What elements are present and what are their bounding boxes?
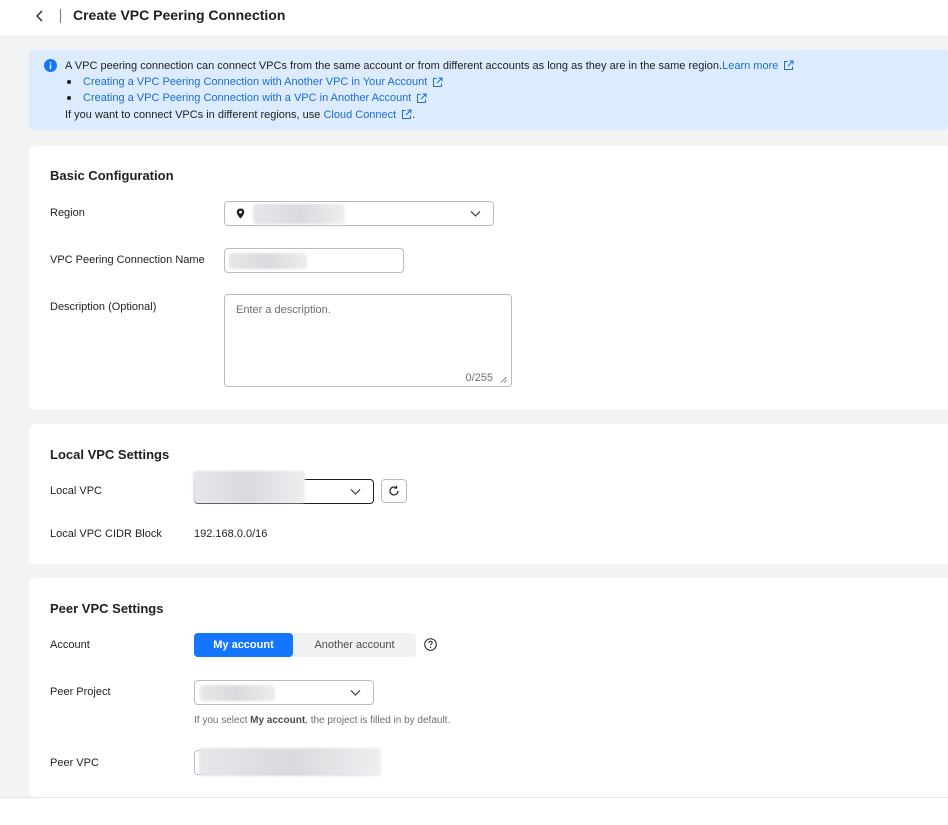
notice-bullet: Creating a VPC Peering Connection with A… — [65, 76, 443, 88]
description-label: Description (Optional) — [50, 301, 157, 313]
peering-name-input[interactable] — [224, 248, 404, 273]
page-title: Create VPC Peering Connection — [73, 7, 286, 23]
section-title: Basic Configuration — [50, 168, 174, 183]
redacted-value — [193, 471, 305, 503]
local-vpc-settings-card: Local VPC Settings Local VPC Local VPC C… — [29, 424, 948, 564]
redacted-value — [200, 685, 275, 701]
peer-vpc-select[interactable] — [194, 748, 381, 776]
basic-configuration-card: Basic Configuration Region VPC Peering C… — [29, 146, 948, 410]
external-link-icon[interactable] — [432, 77, 443, 88]
learn-more-link[interactable]: Learn more — [722, 60, 778, 72]
info-icon — [44, 59, 57, 72]
section-title: Local VPC Settings — [50, 447, 170, 462]
external-link-icon[interactable] — [401, 109, 412, 120]
local-cidr-label: Local VPC CIDR Block — [50, 528, 162, 540]
character-counter: 0/255 — [465, 372, 493, 384]
notice-text: If you want to connect VPCs in different… — [65, 109, 321, 121]
header-divider — [60, 9, 61, 23]
chevron-down-icon — [470, 210, 481, 217]
description-placeholder: Enter a description. — [236, 304, 331, 316]
another-account-option[interactable]: Another account — [293, 633, 416, 657]
info-notice: A VPC peering connection can connect VPC… — [29, 50, 948, 130]
local-vpc-label: Local VPC — [50, 485, 102, 497]
notice-text: A VPC peering connection can connect VPC… — [65, 60, 723, 72]
hint-text: If you select — [194, 715, 248, 726]
notice-line: If you want to connect VPCs in different… — [65, 109, 415, 121]
account-label: Account — [50, 639, 90, 651]
hint-text: , the project is filled in by default. — [305, 715, 451, 726]
region-label: Region — [50, 207, 85, 219]
resize-handle-icon[interactable] — [500, 376, 507, 383]
back-button[interactable] — [31, 6, 49, 26]
bottom-action-bar — [0, 797, 948, 825]
peer-project-select[interactable] — [194, 680, 374, 705]
local-cidr-value: 192.168.0.0/16 — [194, 528, 268, 540]
external-link-icon[interactable] — [416, 93, 427, 104]
my-account-option[interactable]: My account — [194, 633, 293, 657]
bullet-dot — [67, 96, 71, 100]
chevron-down-icon — [350, 488, 361, 495]
page-header: Create VPC Peering Connection — [0, 0, 948, 35]
redacted-value — [229, 253, 307, 269]
peer-project-hint: If you select My account, the project is… — [194, 715, 450, 726]
redacted-value — [199, 748, 381, 776]
account-segmented-control: My account Another account — [194, 633, 416, 657]
notice-line: A VPC peering connection can connect VPC… — [65, 60, 794, 72]
notice-bullet: Creating a VPC Peering Connection with a… — [65, 92, 427, 104]
peer-vpc-settings-card: Peer VPC Settings Account My account Ano… — [29, 578, 948, 797]
bullet-dot — [67, 80, 71, 84]
peering-name-label: VPC Peering Connection Name — [50, 254, 205, 266]
chevron-left-icon — [35, 10, 43, 22]
redacted-value — [253, 204, 345, 224]
chevron-down-icon — [350, 689, 361, 696]
location-pin-icon — [236, 208, 245, 219]
refresh-button[interactable] — [381, 479, 407, 503]
guide-link-same-account[interactable]: Creating a VPC Peering Connection with A… — [83, 76, 427, 88]
guide-link-other-account[interactable]: Creating a VPC Peering Connection with a… — [83, 92, 411, 104]
help-icon[interactable] — [424, 638, 437, 651]
external-link-icon[interactable] — [783, 60, 794, 71]
peer-project-label: Peer Project — [50, 686, 111, 698]
hint-bold-text: My account — [250, 715, 306, 726]
local-vpc-select[interactable] — [193, 471, 374, 504]
section-title: Peer VPC Settings — [50, 601, 164, 616]
cloud-connect-link[interactable]: Cloud Connect — [323, 109, 396, 121]
region-select[interactable] — [224, 201, 494, 226]
refresh-icon — [389, 485, 399, 496]
peer-vpc-label: Peer VPC — [50, 757, 99, 769]
notice-text: . — [412, 109, 416, 121]
description-textarea[interactable]: Enter a description. 0/255 — [224, 294, 512, 387]
